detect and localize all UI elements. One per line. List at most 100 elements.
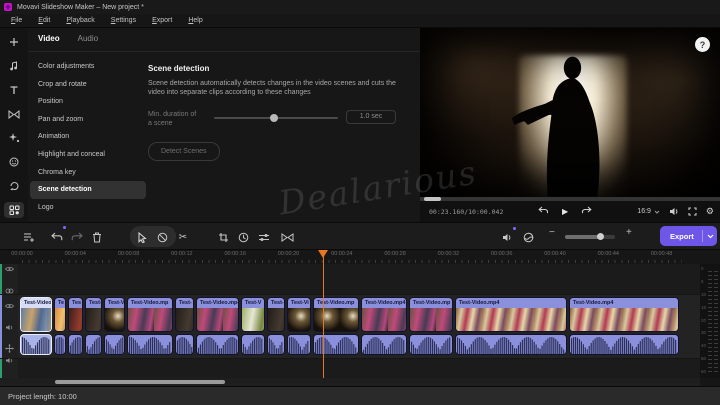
zoom-thumb[interactable] (597, 233, 604, 240)
preview-area: ? 00:23.160/10:00.042 ▶ 16:9 ⚙ (420, 28, 720, 222)
tool-item-animation[interactable]: Animation (30, 128, 146, 146)
track-color-strip (0, 264, 2, 294)
redo-icon[interactable] (70, 228, 84, 246)
next-frame-icon[interactable] (581, 203, 592, 221)
clip-waveform (409, 334, 453, 355)
horizontal-scrollbar[interactable] (0, 378, 700, 386)
min-duration-slider[interactable] (214, 113, 338, 122)
menu-settings[interactable]: Settings (104, 15, 143, 26)
min-duration-value[interactable]: 1.0 sec (346, 109, 396, 124)
menu-playback[interactable]: Playback (59, 15, 101, 26)
timeline-clip[interactable]: Test- (175, 297, 194, 355)
tab-video[interactable]: Video (38, 34, 60, 47)
clip-name: Test-V (105, 298, 124, 308)
add-media-icon[interactable] (4, 34, 24, 50)
ruler-label: 00:00:08 (117, 251, 140, 257)
timeline-clip[interactable]: Test-Video.mp4 (361, 297, 407, 355)
tab-audio[interactable]: Audio (78, 34, 98, 47)
ruler-label: 00:00:28 (384, 251, 406, 257)
transport-bar: 00:23.160/10:00.042 ▶ 16:9 ⚙ (420, 201, 720, 222)
video-track-header (0, 295, 18, 358)
timeline-clip[interactable]: Test-Video.mp (313, 297, 359, 355)
menu-edit[interactable]: Edit (31, 15, 57, 26)
zoom-in-button[interactable]: + (626, 227, 632, 238)
more-tools-icon[interactable] (4, 202, 24, 218)
aspect-ratio-select[interactable]: 16:9 (637, 208, 660, 215)
undo-icon[interactable] (50, 228, 64, 246)
tool-item-position[interactable]: Position (30, 93, 146, 111)
music-icon[interactable] (4, 58, 24, 74)
menu-help[interactable]: Help (181, 15, 209, 26)
eye-icon[interactable] (4, 259, 14, 277)
mute-icon[interactable] (5, 318, 14, 336)
zoom-out-button[interactable]: − (549, 227, 555, 238)
tool-item-scene-detection[interactable]: Scene detection (30, 181, 146, 199)
delete-icon[interactable] (90, 228, 104, 246)
effects-icon[interactable] (4, 130, 24, 146)
video-preview[interactable]: ? (420, 28, 720, 197)
time-ruler[interactable]: 00:00:00 00:00:04 00:00:08 00:00:12 00:00:16… (0, 250, 700, 264)
clip-waveform (287, 334, 311, 355)
no-select-tool-icon[interactable] (155, 228, 169, 246)
audio-levels-icon[interactable] (500, 228, 514, 246)
timeline-clip[interactable]: Test- (267, 297, 285, 355)
stickers-icon[interactable] (4, 154, 24, 170)
tool-item-logo[interactable]: Logo (30, 199, 146, 217)
tool-item-highlight-and-conceal[interactable]: Highlight and conceal (30, 146, 146, 164)
crop-tool-icon[interactable] (216, 228, 230, 246)
cut-scissors-icon[interactable]: ✂ (176, 228, 190, 246)
timeline-clip[interactable]: Test-Video.mp (409, 297, 453, 355)
help-button[interactable]: ? (695, 37, 710, 52)
slider-thumb[interactable] (269, 113, 278, 122)
tool-item-crop-and-rotate[interactable]: Crop and rotate (30, 76, 146, 94)
meter-label: 10 (701, 291, 707, 297)
export-chevron-icon[interactable] (707, 234, 714, 239)
detect-scenes-button[interactable]: Detect Scenes (148, 141, 220, 161)
titles-track[interactable] (0, 264, 700, 294)
timeline-clip[interactable]: Test- (85, 297, 102, 355)
fullscreen-icon[interactable] (688, 203, 697, 221)
playhead-marker[interactable] (318, 250, 328, 258)
volume-icon[interactable] (669, 203, 679, 221)
transitions-icon[interactable] (4, 106, 24, 122)
menu-file[interactable]: File (4, 15, 29, 26)
tool-item-pan-and-zoom[interactable]: Pan and zoom (30, 111, 146, 129)
timeline-clip[interactable]: Test-Vi (287, 297, 311, 355)
previous-frame-icon[interactable] (538, 203, 549, 221)
timeline-clip[interactable]: Test-Video.mp (127, 297, 173, 355)
transitions-tool-icon[interactable] (279, 228, 295, 246)
tool-item-color-adjustments[interactable]: Color adjustments (30, 58, 146, 76)
timeline-clip[interactable]: Test-Video (20, 297, 52, 355)
clip-waveform (68, 334, 83, 355)
clip-waveform (104, 334, 125, 355)
menu-export[interactable]: Export (145, 15, 179, 26)
clip-duration-icon[interactable] (236, 228, 250, 246)
meter-label: 50 (701, 356, 707, 362)
timeline-clip[interactable]: Test-Video.mp4 (569, 297, 679, 355)
add-files-icon[interactable] (22, 228, 36, 246)
timeline-zoom-slider[interactable] (565, 233, 615, 240)
timeline-clip[interactable]: Test-Video.mp4 (196, 297, 239, 355)
video-track[interactable]: Test-Video Te Tes Test- Test-V Test-Video.mp T… (0, 295, 700, 358)
titles-icon[interactable] (4, 82, 24, 98)
main-area: Video Audio Color adjustments Crop and rot… (0, 28, 720, 222)
timeline-clip[interactable]: Te (54, 297, 66, 355)
timeline-clip[interactable]: Test-V (104, 297, 125, 355)
color-tool-icon[interactable] (521, 228, 535, 246)
mute-icon[interactable] (5, 351, 14, 369)
scene-detection-panel: Scene detection Scene detection automati… (148, 58, 414, 161)
play-button[interactable]: ▶ (562, 207, 568, 216)
tool-item-chroma-key[interactable]: Chroma key (30, 164, 146, 182)
rotate-crop-icon[interactable] (4, 178, 24, 194)
eye-icon[interactable] (4, 296, 14, 314)
timeline-clip[interactable]: Tes (68, 297, 83, 355)
scrollbar-thumb[interactable] (55, 380, 225, 384)
settings-gear-icon[interactable]: ⚙ (706, 207, 714, 216)
pointer-tool-icon[interactable] (135, 228, 149, 246)
timeline-clip[interactable]: Test-V (241, 297, 265, 355)
clip-name: Te (55, 298, 65, 308)
playhead-line[interactable] (323, 250, 324, 378)
timeline-clip[interactable]: Test-Video.mp4 (455, 297, 567, 355)
export-button[interactable]: Export (660, 226, 717, 246)
adjustments-icon[interactable] (257, 228, 271, 246)
